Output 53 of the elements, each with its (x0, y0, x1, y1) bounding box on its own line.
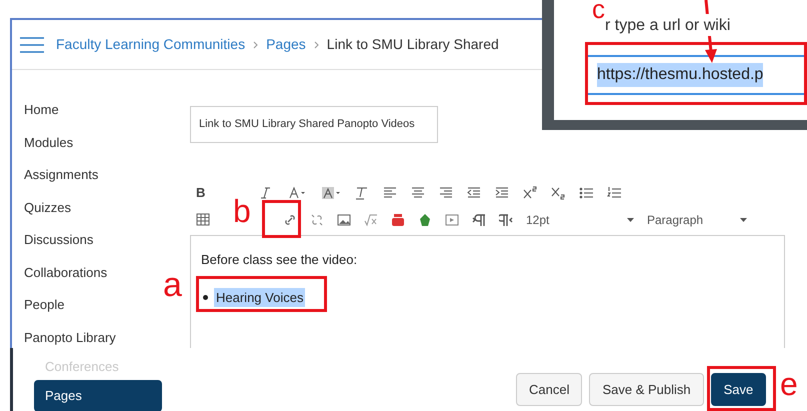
title-input[interactable]: Link to SMU Library Shared Panopto Videos (190, 106, 438, 143)
separator-icon (253, 40, 258, 48)
sidebar-item[interactable]: Pages (34, 380, 162, 411)
callout-letter: e (780, 368, 798, 400)
media-icon[interactable] (445, 213, 459, 227)
callout-box (707, 366, 776, 411)
sidebar-item[interactable]: Panopto Library (24, 326, 174, 348)
block-format-dropdown[interactable]: Paragraph (647, 211, 747, 229)
bullet-icon (203, 294, 208, 300)
sidebar-item[interactable]: Discussions (24, 229, 174, 251)
table-icon[interactable] (196, 213, 210, 227)
sidebar-item[interactable]: Home (24, 99, 174, 121)
caret-icon[interactable] (627, 218, 634, 222)
bullet-text: Hearing Voices (214, 288, 306, 307)
superscript-icon[interactable] (523, 186, 538, 200)
action-button[interactable]: Cancel (516, 373, 582, 406)
bold-button[interactable]: B (196, 183, 206, 202)
ltr-paragraph-icon[interactable] (472, 213, 486, 227)
action-button[interactable]: Save (710, 373, 766, 406)
unlink-icon[interactable] (310, 213, 324, 227)
align-center-icon[interactable] (411, 186, 426, 200)
clear-format-icon[interactable] (355, 186, 370, 200)
outdent-icon[interactable] (467, 186, 482, 200)
menu-icon[interactable] (20, 36, 44, 52)
equation-icon[interactable] (364, 213, 378, 227)
breadcrumb-link[interactable]: Pages (266, 34, 306, 55)
link-icon[interactable] (283, 213, 297, 227)
font-color-icon[interactable] (287, 186, 308, 200)
sidebar-item[interactable]: Assignments (24, 164, 174, 186)
callout-letter: b (233, 195, 251, 227)
indent-icon[interactable] (495, 186, 510, 200)
editor-area[interactable]: Before class see the video: Hearing Voices (190, 235, 785, 350)
caret-icon[interactable] (740, 218, 747, 222)
align-left-icon[interactable] (383, 186, 398, 200)
editor-paragraph: Before class see the video: (201, 251, 358, 269)
callout-letter: c (592, 0, 605, 22)
sidebar-item[interactable]: Modules (24, 132, 174, 154)
breadcrumb-link[interactable]: Faculty Learning Communities (56, 34, 246, 55)
subscript-icon[interactable] (551, 186, 566, 200)
callout-box (262, 200, 301, 238)
callout-letter: a (163, 268, 182, 302)
font-size-dropdown[interactable]: 12pt (526, 211, 634, 229)
align-right-icon[interactable] (439, 186, 454, 200)
numbered-list-icon[interactable] (607, 186, 622, 200)
rtl-paragraph-icon[interactable] (499, 213, 513, 227)
separator-icon (314, 40, 319, 48)
breadcrumb-current: Link to SMU Library Shared (326, 35, 499, 54)
sidebar-item[interactable]: Quizzes (24, 196, 174, 218)
image-icon[interactable] (337, 213, 351, 227)
action-button[interactable]: Save & Publish (589, 373, 704, 406)
highlight-color-icon[interactable] (321, 186, 342, 200)
url-field[interactable]: https://thesmu.hosted.p (585, 55, 807, 95)
bullet-list-icon[interactable] (579, 186, 594, 200)
